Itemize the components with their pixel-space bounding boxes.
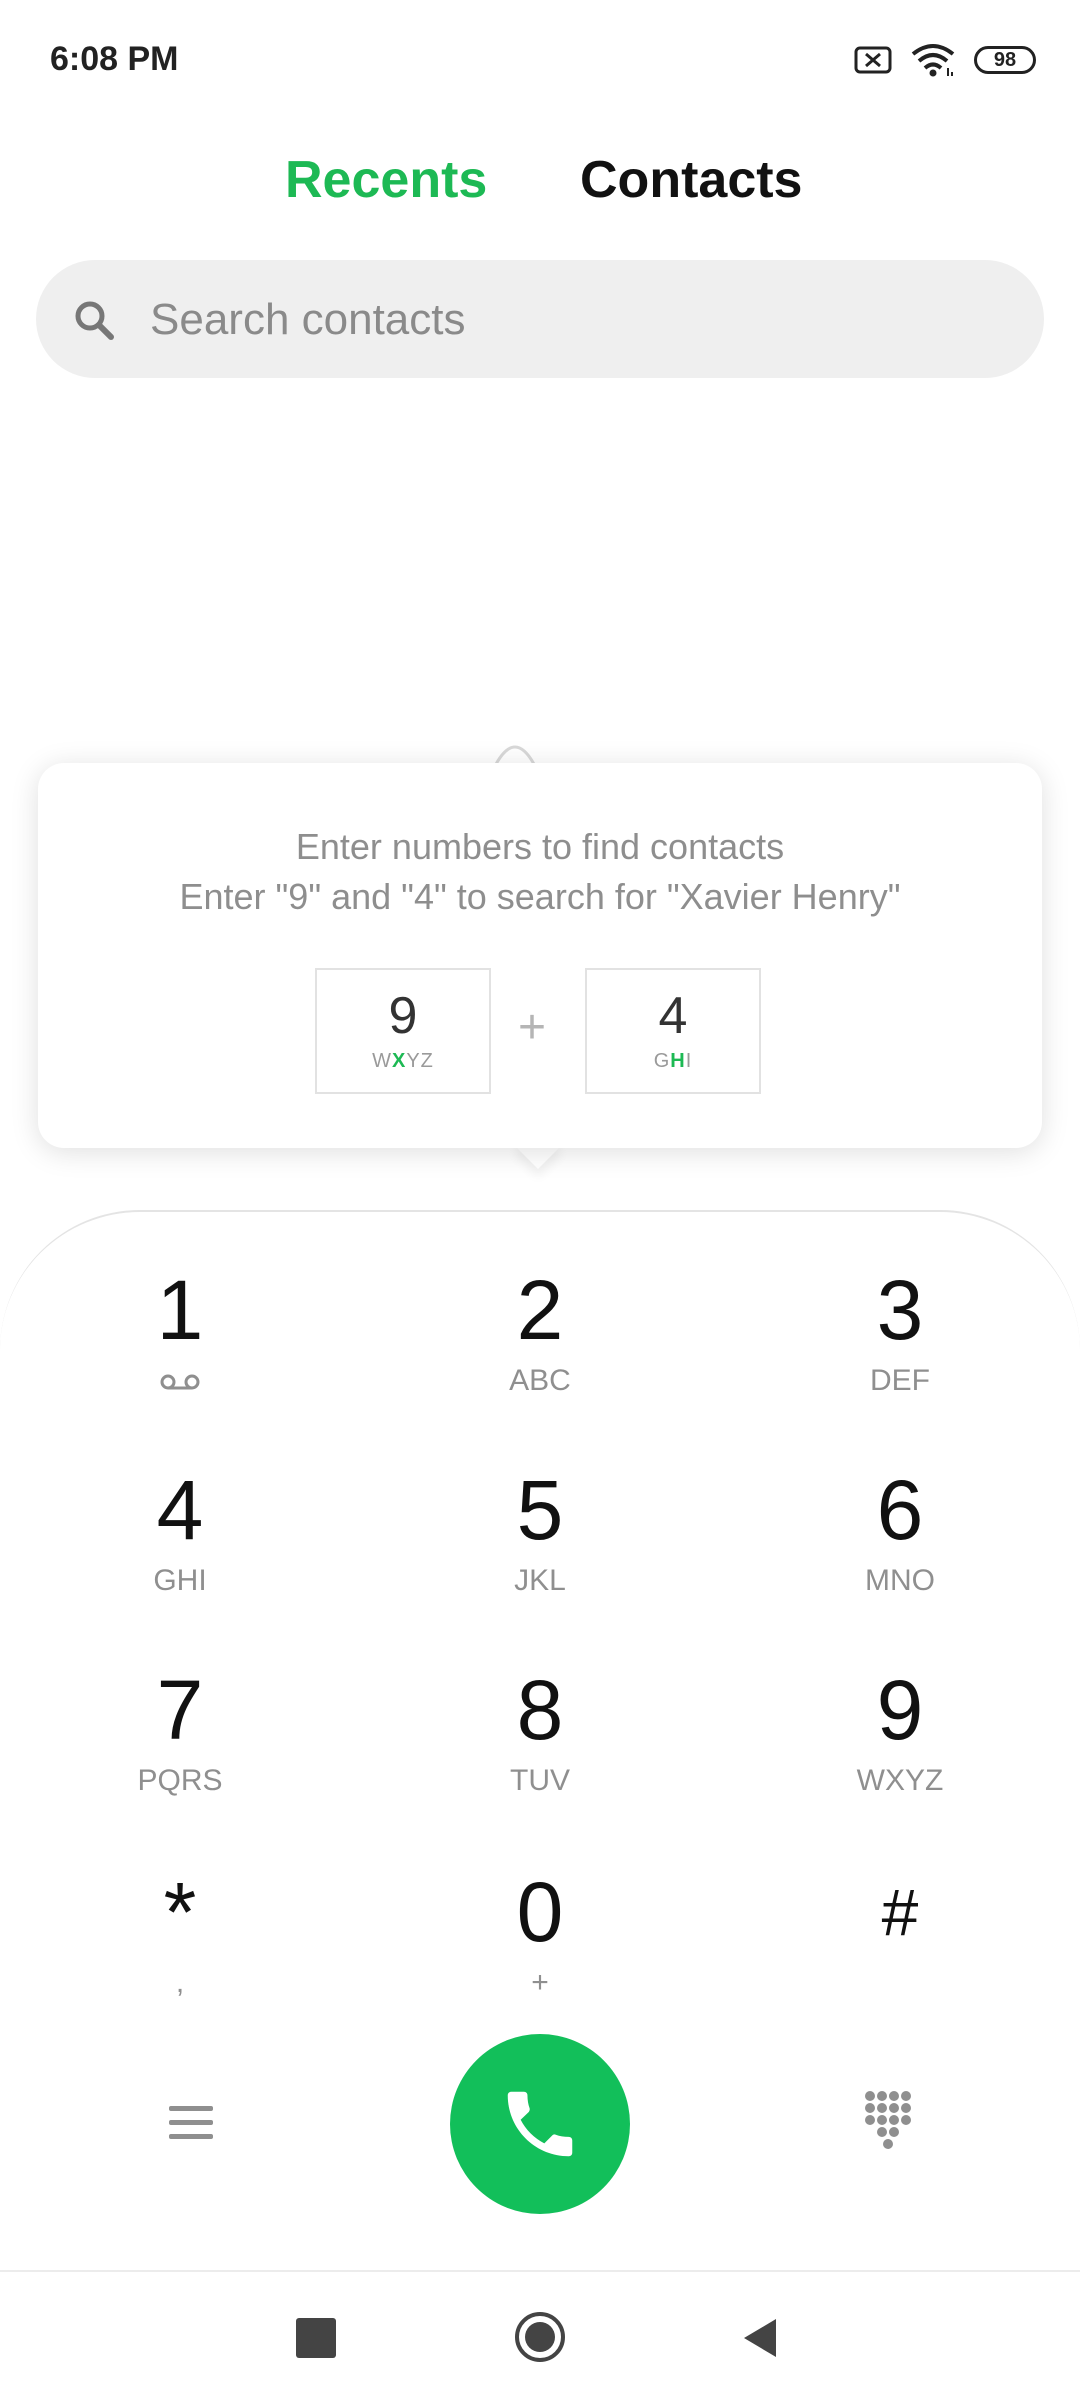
- tab-contacts[interactable]: Contacts: [580, 150, 802, 210]
- battery-icon: 98: [974, 46, 1036, 74]
- search-input[interactable]: [150, 290, 1000, 350]
- example-key-digit: 9: [388, 987, 418, 1045]
- key-sub: +: [531, 1966, 549, 1999]
- key-sub: WXYZ: [856, 1764, 944, 1797]
- key-digit: 2: [516, 1263, 564, 1357]
- key-digit: 6: [876, 1463, 924, 1557]
- nav-back-button[interactable]: [740, 2316, 780, 2360]
- phone-icon: [507, 2091, 573, 2157]
- dialpad-key-1[interactable]: 1: [30, 1268, 330, 1448]
- example-key-9: 9 WXYZ: [315, 968, 491, 1094]
- dialpad-key-hash[interactable]: #: [750, 1870, 1050, 2050]
- key-sub: [30, 1364, 330, 1398]
- call-button[interactable]: [450, 2034, 630, 2214]
- dialpad-key-2[interactable]: 2 ABC: [390, 1268, 690, 1448]
- dialpad-key-3[interactable]: 3 DEF: [750, 1268, 1050, 1448]
- key-sub: MNO: [865, 1564, 935, 1597]
- example-plus: +: [518, 1001, 547, 1054]
- key-digit: *: [163, 1865, 197, 1959]
- dialpad-key-9[interactable]: 9 WXYZ: [750, 1668, 1050, 1848]
- example-key-4: 4 GHI: [585, 968, 761, 1094]
- nav-recents-button[interactable]: [296, 2318, 336, 2358]
- key-digit: 0: [516, 1865, 564, 1959]
- battery-level: 98: [993, 48, 1017, 71]
- wifi-icon: [911, 44, 955, 77]
- example-key-letters: WXYZ: [372, 1050, 434, 1072]
- nav-home-button[interactable]: [513, 2310, 567, 2364]
- voicemail-icon: [160, 1374, 200, 1390]
- dialpad-grid-icon[interactable]: [858, 2086, 918, 2156]
- tab-recents[interactable]: Recents: [285, 150, 487, 210]
- key-digit: 7: [156, 1663, 204, 1757]
- key-digit: #: [881, 1875, 919, 1949]
- hint-line-2: Enter "9" and "4" to search for "Xavier …: [179, 876, 901, 917]
- status-icons: 98: [854, 42, 1036, 78]
- key-digit: 9: [876, 1663, 924, 1757]
- sim-off-icon: [854, 46, 892, 74]
- hint-card: [38, 763, 1042, 1148]
- dialpad-key-star[interactable]: * ,: [30, 1870, 330, 2050]
- key-sub: DEF: [870, 1364, 930, 1397]
- key-sub: JKL: [514, 1564, 566, 1597]
- dialpad-key-8[interactable]: 8 TUV: [390, 1668, 690, 1848]
- dialpad-key-5[interactable]: 5 JKL: [390, 1468, 690, 1648]
- key-digit: 3: [876, 1263, 924, 1357]
- key-sub: ,: [175, 1966, 185, 1999]
- search-icon: [75, 301, 114, 340]
- dialpad-key-6[interactable]: 6 MNO: [750, 1468, 1050, 1648]
- hint-line-1: Enter numbers to find contacts: [295, 826, 785, 867]
- key-digit: 8: [516, 1663, 564, 1757]
- key-digit: 4: [156, 1463, 204, 1557]
- example-key-digit: 4: [658, 987, 688, 1045]
- example-key-letters: GHI: [653, 1050, 693, 1072]
- key-sub: PQRS: [137, 1764, 223, 1797]
- dialpad-key-7[interactable]: 7 PQRS: [30, 1668, 330, 1848]
- menu-icon[interactable]: [155, 2090, 227, 2154]
- key-digit: 5: [516, 1463, 564, 1557]
- dialpad-key-4[interactable]: 4 GHI: [30, 1468, 330, 1648]
- nav-divider: [0, 2270, 1080, 2272]
- key-sub: ABC: [509, 1364, 571, 1397]
- status-time: 6:08 PM: [50, 40, 179, 78]
- key-sub: TUV: [510, 1764, 570, 1797]
- key-sub: [750, 1966, 1050, 2000]
- key-digit: 1: [156, 1263, 204, 1357]
- dialpad-key-0[interactable]: 0 +: [390, 1870, 690, 2050]
- key-sub: GHI: [153, 1564, 207, 1597]
